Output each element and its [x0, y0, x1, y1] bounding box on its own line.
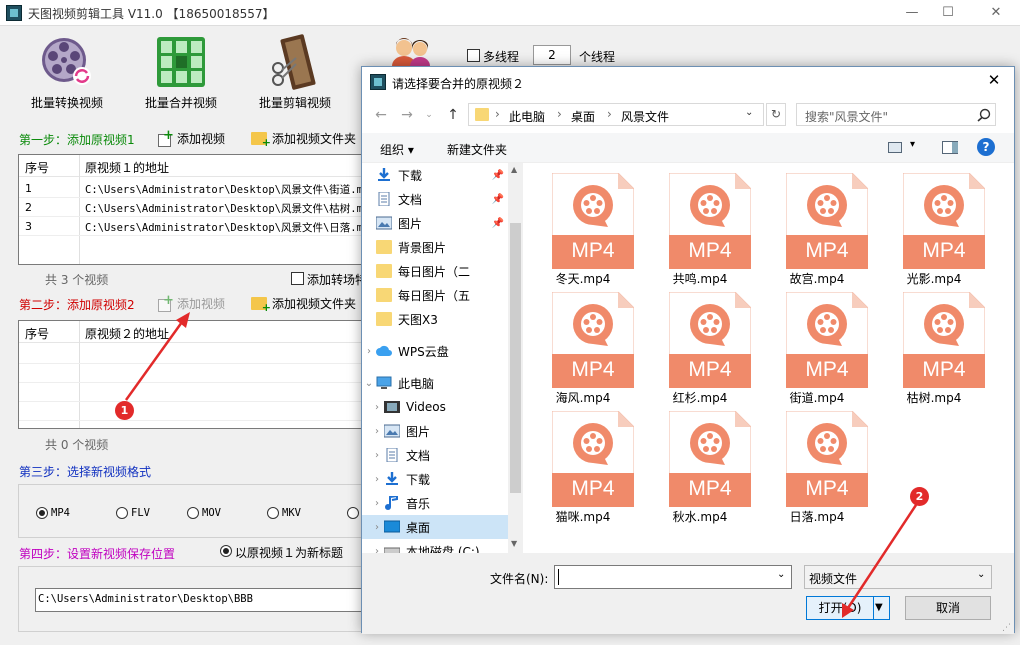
callout-1: 1 — [115, 401, 134, 420]
callout-2: 2 — [910, 487, 929, 506]
annotation-arrows — [124, 312, 918, 618]
